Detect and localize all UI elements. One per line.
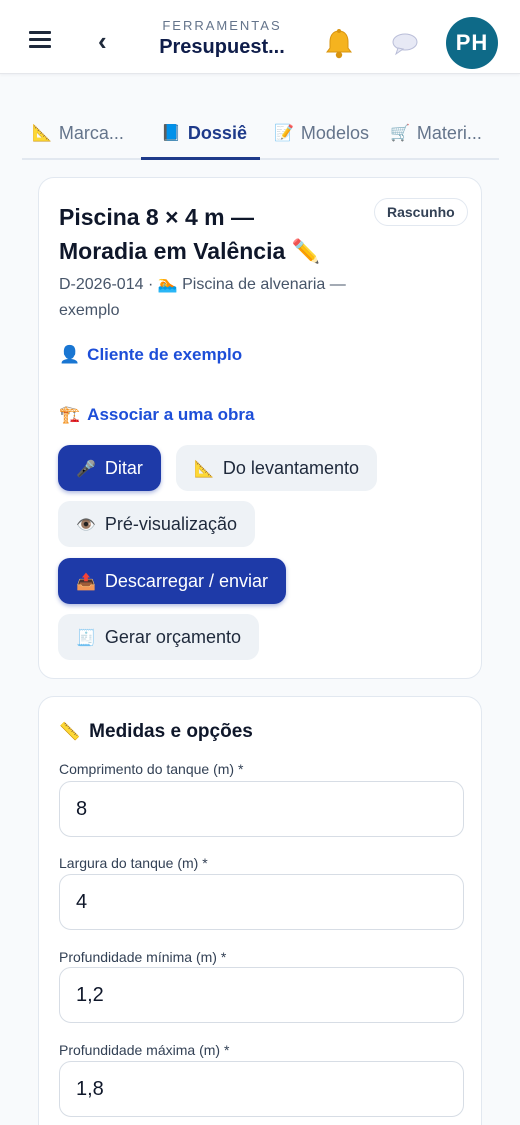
construction-icon: 🏗️ bbox=[59, 405, 81, 424]
tab-dossie[interactable]: 📘 Dossiê bbox=[141, 110, 260, 160]
length-label: Comprimento do tanque (m) * bbox=[59, 761, 244, 777]
dossier-meta: D-2026-014 · 🏊 Piscina de alvenaria — ex… bbox=[59, 272, 389, 324]
app-header: ‹ FERRAMENTAS Presupuest... PH bbox=[0, 0, 520, 74]
person-icon: 👤 bbox=[59, 345, 81, 364]
back-arrow-icon[interactable]: ‹ bbox=[98, 28, 107, 54]
client-link[interactable]: 👤 Cliente de exemplo bbox=[59, 344, 242, 366]
bell-icon[interactable] bbox=[324, 28, 354, 60]
chat-bubble-icon[interactable] bbox=[391, 31, 419, 57]
length-field[interactable]: 8 bbox=[59, 781, 464, 837]
swimmer-icon: 🏊 bbox=[157, 276, 178, 293]
ruler-triangle-icon: 📐 bbox=[32, 125, 52, 142]
section-title-label: Medidas e opções bbox=[89, 721, 253, 742]
associate-work-link[interactable]: 🏗️ Associar a uma obra bbox=[59, 404, 254, 426]
from-survey-label: Do levantamento bbox=[222, 458, 360, 478]
status-badge: Rascunho bbox=[374, 198, 468, 226]
dossier-type-cont: exemplo bbox=[59, 302, 120, 319]
download-send-button[interactable]: 📤 Descarregar / enviar bbox=[58, 558, 286, 604]
download-send-label: Descarregar / enviar bbox=[104, 571, 268, 591]
header-title-group: FERRAMENTAS Presupuest... bbox=[142, 18, 302, 60]
dictate-label: Ditar bbox=[104, 458, 143, 478]
eye-icon: 👁️ bbox=[76, 517, 96, 534]
ruler-icon: 📏 bbox=[59, 722, 81, 741]
preview-button[interactable]: 👁️ Pré-visualização bbox=[58, 501, 255, 547]
blue-book-icon: 📘 bbox=[161, 125, 181, 142]
microphone-icon: 🎤 bbox=[76, 461, 96, 478]
memo-icon: 📝 bbox=[274, 125, 294, 142]
client-link-label: Cliente de exemplo bbox=[87, 345, 243, 364]
tab-modelos[interactable]: 📝 Modelos bbox=[274, 110, 369, 158]
width-label: Largura do tanque (m) * bbox=[59, 855, 208, 871]
header-eyebrow: FERRAMENTAS bbox=[162, 18, 282, 33]
dossier-title-line1: Piscina 8 × 4 m — bbox=[59, 204, 254, 230]
tab-label: Marca... bbox=[58, 123, 124, 143]
tab-materiais[interactable]: 🛒 Materi... bbox=[390, 110, 482, 158]
outbox-icon: 📤 bbox=[76, 574, 96, 591]
dossier-card: Piscina 8 × 4 m — Moradia em Valência ✏️… bbox=[38, 177, 482, 679]
min-depth-label: Profundidade mínima (m) * bbox=[59, 949, 227, 965]
dossier-type: Piscina de alvenaria — bbox=[182, 276, 346, 293]
max-depth-field[interactable]: 1,8 bbox=[59, 1061, 464, 1117]
tab-marcacoes[interactable]: 📐 Marca... bbox=[32, 110, 124, 158]
menu-icon[interactable] bbox=[29, 31, 51, 49]
generate-quote-label: Gerar orçamento bbox=[104, 627, 241, 647]
dictate-button[interactable]: 🎤 Ditar bbox=[58, 445, 161, 491]
ruler-triangle-icon: 📐 bbox=[194, 461, 214, 478]
generate-quote-button[interactable]: 🧾 Gerar orçamento bbox=[58, 614, 259, 660]
measures-card: 📏 Medidas e opções Comprimento do tanque … bbox=[38, 696, 482, 1125]
avatar[interactable]: PH bbox=[446, 17, 498, 69]
associate-link-label: Associar a uma obra bbox=[87, 405, 255, 424]
tab-bar: 📐 Marca... 📘 Dossiê 📝 Modelos 🛒 Materi... bbox=[22, 110, 499, 160]
dossier-title: Piscina 8 × 4 m — Moradia em Valência ✏️ bbox=[59, 200, 359, 268]
receipt-icon: 🧾 bbox=[76, 630, 96, 647]
preview-label: Pré-visualização bbox=[104, 514, 237, 534]
dossier-title-line2: Moradia em Valência bbox=[59, 238, 286, 264]
tab-label: Dossiê bbox=[187, 123, 247, 143]
dossier-code: D-2026-014 · bbox=[59, 276, 158, 293]
tab-label: Modelos bbox=[300, 123, 369, 143]
width-field[interactable]: 4 bbox=[59, 874, 464, 930]
tab-label: Materi... bbox=[416, 123, 482, 143]
page-title: Presupuest... bbox=[159, 36, 285, 58]
section-title: 📏 Medidas e opções bbox=[59, 719, 253, 745]
from-survey-button[interactable]: 📐 Do levantamento bbox=[176, 445, 378, 491]
min-depth-field[interactable]: 1,2 bbox=[59, 967, 464, 1023]
max-depth-label: Profundidade máxima (m) * bbox=[59, 1042, 230, 1058]
cart-icon: 🛒 bbox=[390, 125, 410, 142]
pencil-icon[interactable]: ✏️ bbox=[292, 238, 321, 264]
